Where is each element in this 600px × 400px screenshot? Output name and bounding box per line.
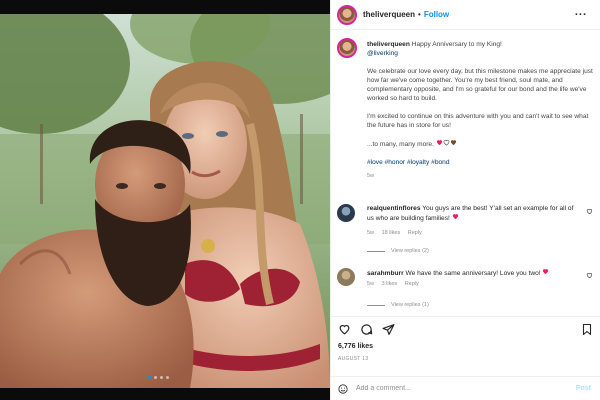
comment-icon[interactable] bbox=[360, 323, 373, 336]
emoji-icon[interactable] bbox=[338, 383, 348, 394]
comment-like-heart-icon[interactable] bbox=[586, 208, 593, 215]
comments-scroll-area[interactable]: theliverqueen Happy Anniversary to my Ki… bbox=[331, 30, 600, 316]
view-replies-line bbox=[367, 250, 385, 252]
red-heart-emoji-icon bbox=[543, 269, 549, 275]
caption-paragraph-3: ...to many, many more. bbox=[367, 141, 434, 148]
carousel-dot[interactable] bbox=[166, 376, 169, 379]
bottom-strip bbox=[0, 388, 330, 400]
post-header: theliverqueen • Follow ... bbox=[331, 0, 600, 30]
view-replies-line bbox=[367, 304, 385, 306]
follow-button[interactable]: Follow bbox=[424, 10, 449, 19]
brown-heart-emoji-icon bbox=[450, 140, 456, 146]
post-date[interactable]: AUGUST 13 bbox=[338, 356, 368, 362]
view-replies-button[interactable]: View replies (1) bbox=[367, 302, 429, 308]
red-heart-emoji-icon bbox=[436, 140, 442, 146]
bookmark-icon[interactable] bbox=[581, 323, 593, 336]
caption-paragraph-1: We celebrate our love every day, but thi… bbox=[367, 68, 593, 102]
comment-avatar[interactable] bbox=[337, 204, 355, 222]
likes-count[interactable]: 6,776 likes bbox=[338, 343, 373, 350]
carousel-dots[interactable] bbox=[148, 376, 169, 379]
caption-mention[interactable]: @liverking bbox=[367, 50, 398, 57]
comment-likes[interactable]: 3 likes bbox=[382, 281, 398, 287]
heart-icon[interactable] bbox=[338, 323, 351, 336]
caption-paragraph-2: I'm excited to continue on this adventur… bbox=[367, 113, 589, 129]
more-icon[interactable]: ... bbox=[575, 6, 587, 18]
post-comment-button[interactable]: Post bbox=[576, 385, 591, 392]
comment-like-heart-icon[interactable] bbox=[586, 272, 593, 279]
action-bar bbox=[331, 316, 600, 340]
carousel-dot[interactable] bbox=[154, 376, 157, 379]
caption-hashtags[interactable]: #love #honor #loyalty #bond bbox=[367, 158, 595, 167]
reply-button[interactable]: Reply bbox=[408, 230, 422, 236]
caption-headline: Happy Anniversary to my King! bbox=[411, 41, 502, 48]
avatar[interactable] bbox=[337, 4, 357, 25]
comment-likes[interactable]: 18 likes bbox=[382, 230, 401, 236]
comment-username[interactable]: sarahmburr bbox=[367, 270, 404, 277]
carousel-dot[interactable] bbox=[160, 376, 163, 379]
view-replies-label[interactable]: View replies (2) bbox=[391, 248, 429, 254]
comment-body: We have the same anniversary! Love you t… bbox=[405, 270, 541, 277]
view-replies-label[interactable]: View replies (1) bbox=[391, 302, 429, 308]
comment-time: 5w bbox=[367, 281, 375, 287]
comment-avatar[interactable] bbox=[337, 268, 355, 286]
caption-avatar[interactable] bbox=[337, 38, 357, 58]
comment-text: sarahmburr We have the same anniversary!… bbox=[367, 268, 579, 278]
share-icon[interactable] bbox=[382, 323, 395, 336]
separator-dot: • bbox=[418, 10, 421, 19]
comment-meta: 5w 3 likes Reply bbox=[367, 281, 425, 287]
add-comment-bar: Post bbox=[331, 376, 600, 400]
post-photo-illustration bbox=[0, 14, 330, 388]
caption-body: theliverqueen Happy Anniversary to my Ki… bbox=[367, 40, 595, 181]
carousel-dot-active[interactable] bbox=[148, 376, 151, 379]
view-replies-button[interactable]: View replies (2) bbox=[367, 248, 429, 254]
comment-text: realquentinflores You guys are the best!… bbox=[367, 204, 579, 223]
header-username[interactable]: theliverqueen bbox=[363, 10, 415, 19]
comment-input[interactable] bbox=[356, 385, 556, 392]
white-heart-emoji-icon bbox=[443, 139, 450, 146]
comment-username[interactable]: realquentinflores bbox=[367, 205, 421, 212]
comment-time: 5w bbox=[367, 230, 375, 236]
caption-time: 5w bbox=[367, 173, 375, 179]
red-heart-emoji-icon bbox=[452, 214, 458, 220]
caption-username[interactable]: theliverqueen bbox=[367, 41, 410, 48]
reply-button[interactable]: Reply bbox=[405, 281, 419, 287]
post-side-panel: theliverqueen • Follow ... theliverqueen… bbox=[330, 0, 600, 400]
post-photo[interactable] bbox=[0, 14, 330, 388]
comment-meta: 5w 18 likes Reply bbox=[367, 230, 428, 236]
